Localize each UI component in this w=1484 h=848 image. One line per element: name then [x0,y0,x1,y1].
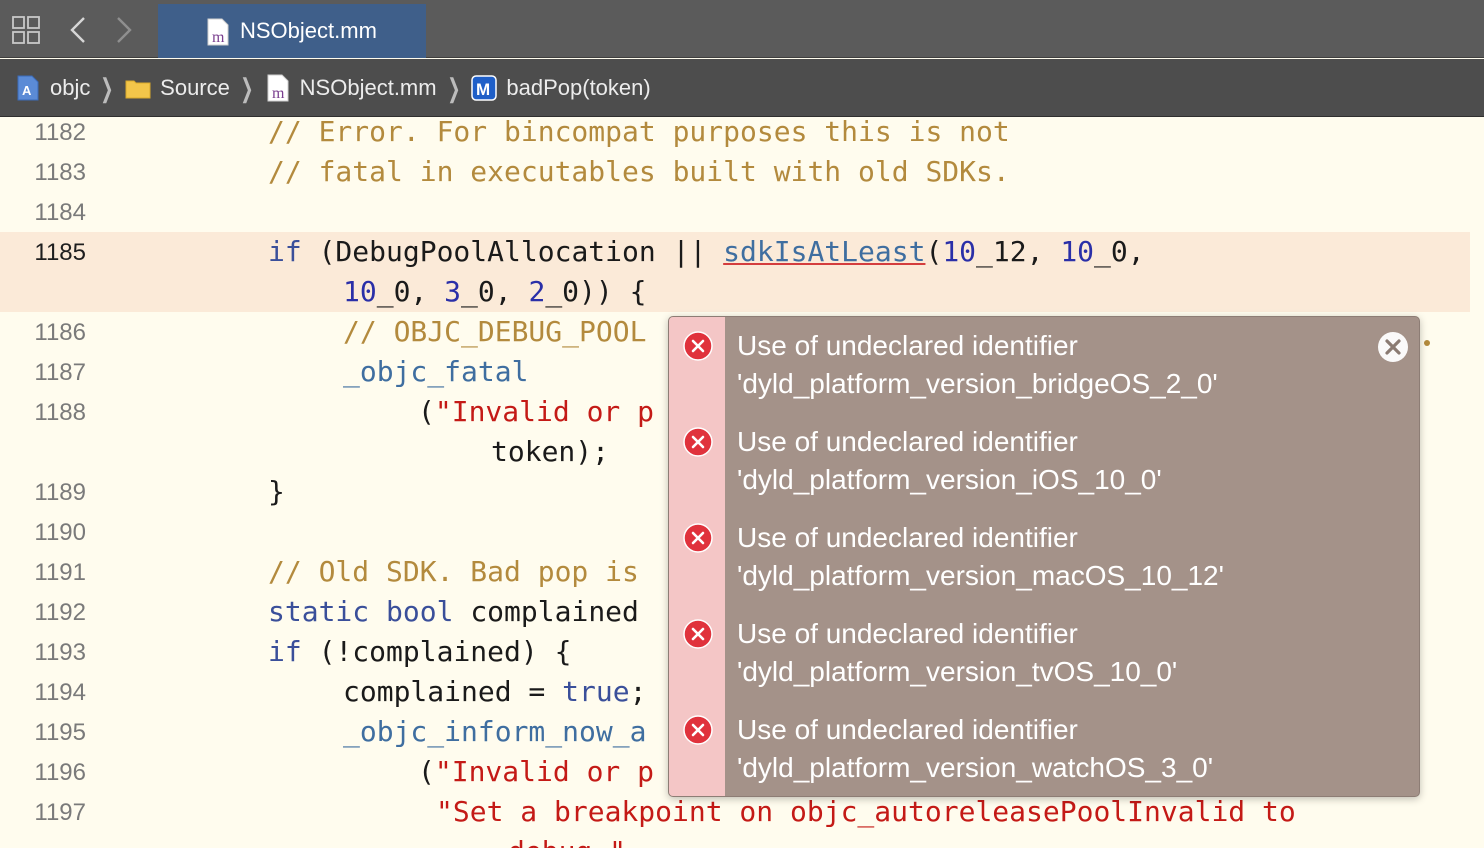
error-item[interactable]: Use of undeclared identifier 'dyld_platf… [669,317,1419,413]
line-number: 1189 [34,479,86,506]
code-line: 1197 "Set a breakpoint on objc_autorelea… [0,792,1484,832]
breadcrumb-item-objc[interactable]: A objc [14,74,90,102]
sdk-function-name: sdkIsAtLeast [723,235,926,268]
line-number: 1187 [34,359,86,386]
breadcrumb-item-nsobject-mm[interactable]: m NSObject.mm [264,74,437,102]
svg-text:A: A [22,83,32,98]
svg-text:m: m [212,29,225,46]
tab-label: NSObject.mm [240,18,377,43]
error-icon [683,331,713,361]
line-number: 1195 [34,719,86,746]
line-number: 1191 [34,559,86,586]
code-text: if (DebugPoolAllocation || sdkIsAtLeast(… [268,235,1145,268]
code-text: ("Invalid or p [418,755,655,788]
code-text: // Old SDK. Bad pop is [268,555,639,588]
code-line: 1182 // Error. For bincompat purposes th… [0,118,1484,152]
line-number: 1194 [34,679,86,706]
line-number: 1186 [34,319,86,346]
line-number: 1188 [34,399,86,426]
line-number: 1182 [34,119,86,146]
line-number: 1192 [34,599,86,626]
line-number: 1185 [34,239,86,266]
code-text: complained = true; [343,675,647,708]
error-item[interactable]: Use of undeclared identifier 'dyld_platf… [669,701,1419,796]
code-text: _objc_inform_now_a [343,715,647,748]
error-popover[interactable]: Use of undeclared identifier 'dyld_platf… [668,316,1420,797]
breadcrumb-separator-icon: ❯ [446,72,461,103]
code-line-wrapped: 10_0, 3_0, 2_0)) { [0,272,1484,312]
xcode-project-icon: A [17,75,39,100]
error-icon [683,523,713,553]
code-text: if (!complained) { [268,635,572,668]
line-number: 1190 [34,519,86,546]
error-icon [683,715,713,745]
error-message: Use of undeclared identifier 'dyld_platf… [737,522,1224,591]
svg-text:m: m [272,85,285,102]
folder-icon [125,80,151,98]
breadcrumb-label: Source [160,74,230,100]
comment-trailing-dot [1424,340,1430,346]
code-text: debug." [508,832,626,848]
breadcrumb: A objc ❯ Source ❯ m NSObject.mm ❯ M badP… [0,59,1484,117]
svg-text:M: M [476,80,490,99]
breadcrumb-label: badPop(token) [506,74,651,100]
code-text: ("Invalid or p [418,395,655,428]
code-text: token); [491,435,610,468]
code-line: 1185 if (DebugPoolAllocation || sdkIsAtL… [0,232,1484,272]
breadcrumb-label: objc [50,74,91,100]
code-text: // OBJC_DEBUG_POOL [343,315,647,348]
chevron-left-icon[interactable] [66,14,90,46]
code-text: // Error. For bincompat purposes this is… [268,118,1010,148]
error-message: Use of undeclared identifier 'dyld_platf… [737,426,1162,495]
breadcrumb-label: NSObject.mm [299,74,437,100]
related-items-grid-icon[interactable] [12,16,40,44]
line-number: 1184 [34,199,86,226]
code-text: } [268,475,285,508]
code-line: 1183 // fatal in executables built with … [0,152,1484,192]
line-number: 1197 [34,799,86,826]
code-line-wrapped: debug." [0,832,1484,848]
error-message: Use of undeclared identifier 'dyld_platf… [737,330,1218,399]
error-item[interactable]: Use of undeclared identifier 'dyld_platf… [669,509,1419,605]
breadcrumb-separator-icon: ❯ [240,72,254,103]
chevron-right-icon[interactable] [112,14,136,46]
breadcrumb-item-badpop[interactable]: M badPop(token) [470,74,651,102]
line-number: 1183 [34,159,86,186]
tab-nsobject-mm[interactable]: m NSObject.mm [158,4,426,58]
code-text: _objc_fatal [343,355,529,388]
error-icon [683,619,713,649]
error-message: Use of undeclared identifier 'dyld_platf… [737,618,1178,687]
code-line: 1184 [0,192,1484,232]
code-text: // fatal in executables built with old S… [268,155,1010,188]
tab-bar: m NSObject.mm [0,0,1484,58]
error-item[interactable]: Use of undeclared identifier 'dyld_platf… [669,605,1419,701]
method-icon: M [471,74,498,101]
code-text: "Set a breakpoint on objc_autoreleasePoo… [436,795,1296,828]
breadcrumb-item-source[interactable]: Source [124,74,230,102]
line-number: 1196 [34,759,86,786]
error-message: Use of undeclared identifier 'dyld_platf… [737,714,1214,783]
code-text: 10_0, 3_0, 2_0)) { [343,275,647,308]
code-text: static bool complained [268,595,639,628]
objc-file-icon: m [207,18,229,46]
objc-file-icon: m [267,74,289,102]
error-icon [683,427,713,457]
breadcrumb-separator-icon: ❯ [100,72,114,103]
error-item[interactable]: Use of undeclared identifier 'dyld_platf… [669,413,1419,509]
line-number: 1193 [34,639,86,666]
